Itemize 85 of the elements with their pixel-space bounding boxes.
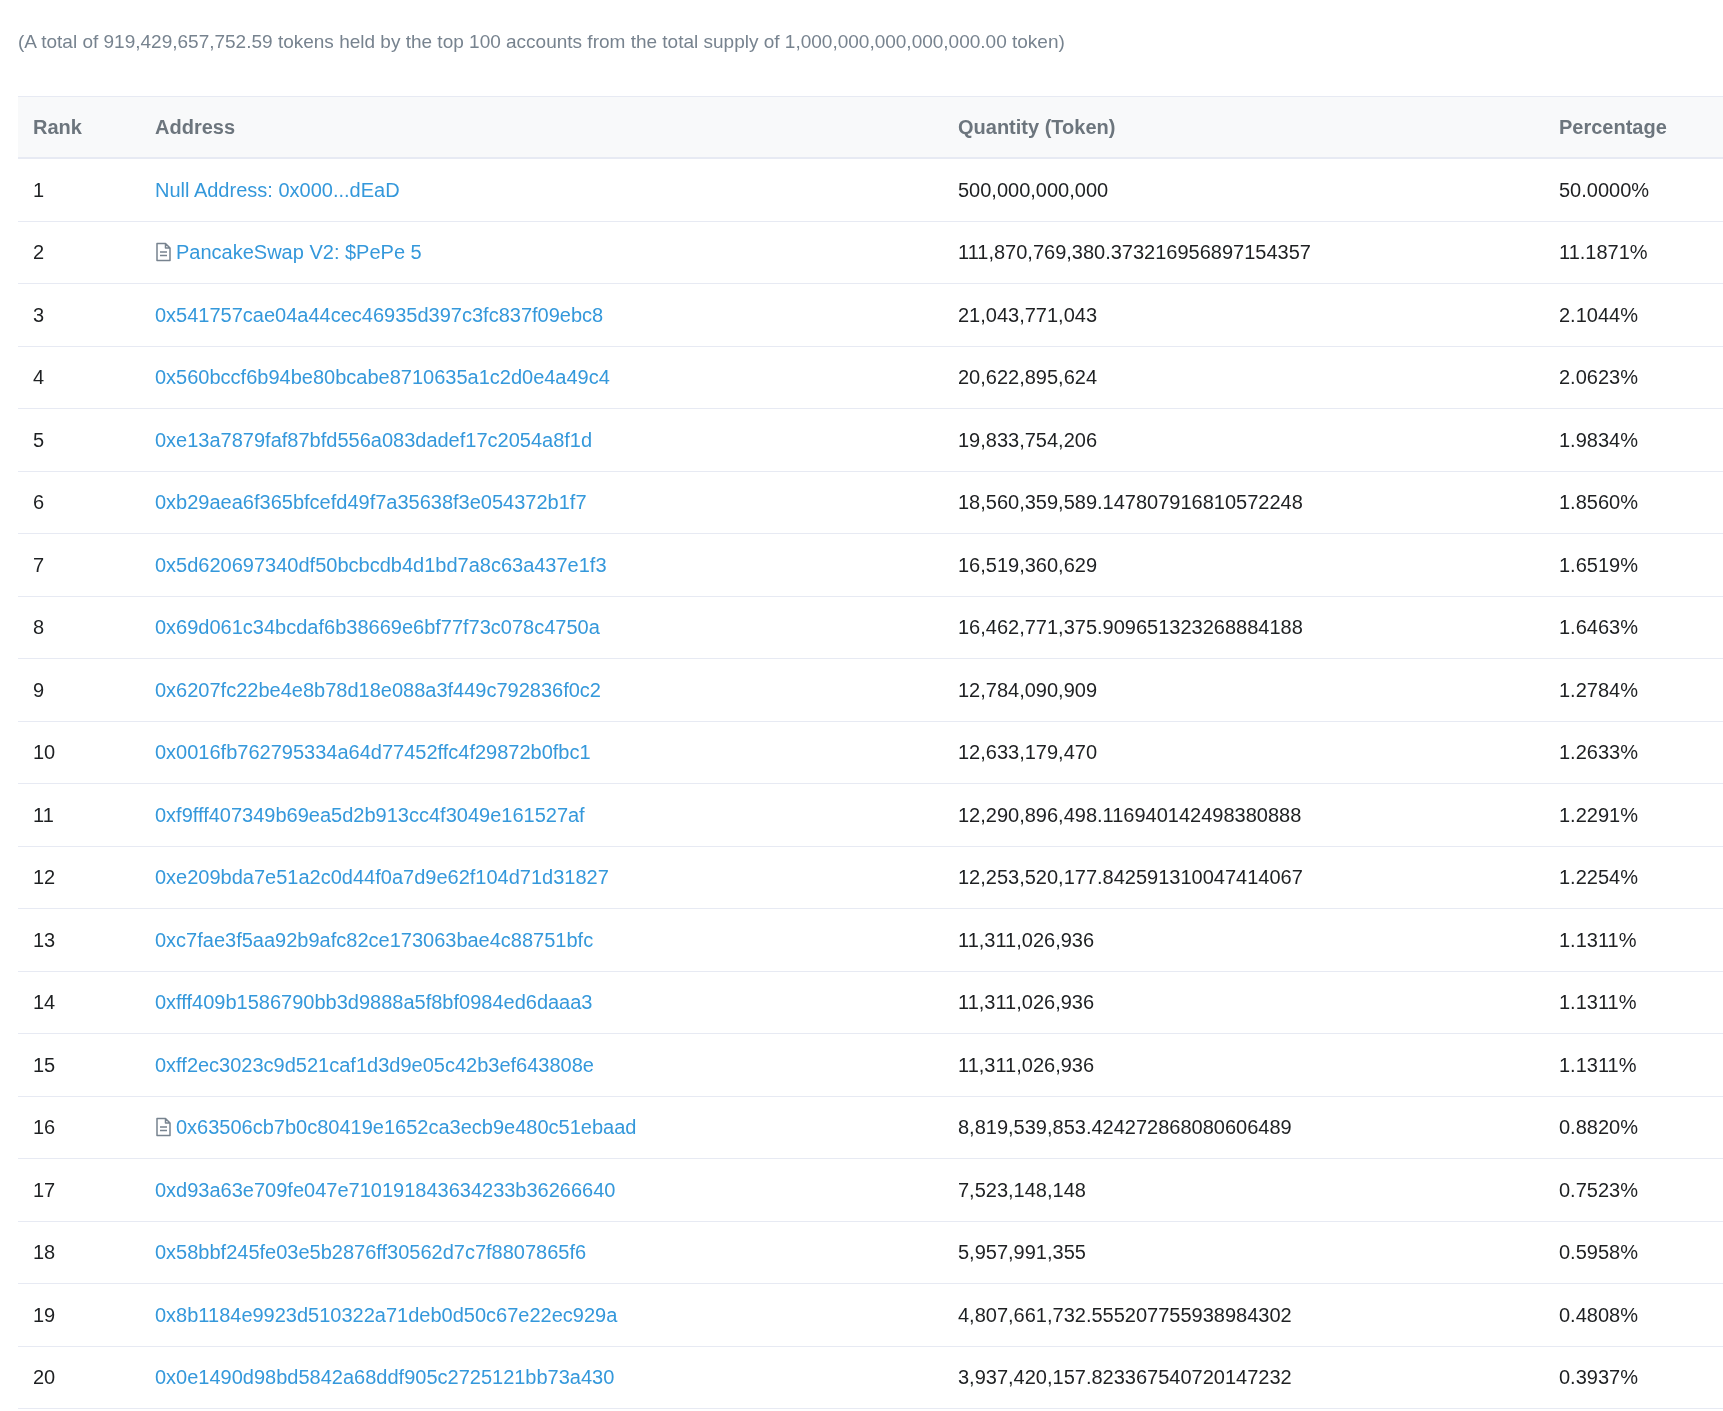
percentage-cell: 1.9834%	[1559, 428, 1638, 451]
rank-cell: 10	[33, 741, 56, 764]
address-link[interactable]: 0x8b1184e9923d510322a71deb0d50c67e22ec929a	[155, 1299, 618, 1330]
quantity-cell: 18,560,359,589.147807916810572248	[958, 491, 1303, 514]
address-link[interactable]: 0xe209bda7e51a2c0d44f0a7d9e62f104d71d31827	[155, 862, 609, 893]
address-link[interactable]: 0x5d620697340df50bcbcdb4d1bd7a8c63a437e1f3	[155, 549, 607, 580]
percentage-cell: 1.8560%	[1559, 491, 1638, 514]
address-link[interactable]: 0xe13a7879faf87bfd556a083dadef17c2054a8f1d	[155, 424, 593, 455]
rank-cell: 16	[33, 1116, 56, 1139]
address-link[interactable]: 0xf9fff407349b69ea5d2b913cc4f3049e161527af	[155, 799, 585, 830]
quantity-cell: 5,957,991,355	[958, 1241, 1086, 1264]
quantity-cell: 7,523,148,148	[958, 1178, 1086, 1201]
address-link[interactable]: 0x58bbf245fe03e5b2876ff30562d7c7f8807865f6	[155, 1237, 587, 1268]
holders-summary: (A total of 919,429,657,752.59 tokens held by the top 100 accounts from the total supply of 1,000,000,000,000,000.00 token)	[18, 30, 1066, 54]
percentage-cell: 1.1311%	[1559, 991, 1637, 1014]
address-link[interactable]: 0xb29aea6f365bfcefd49f7a35638f3e054372b1f7	[155, 487, 587, 518]
quantity-cell: 16,462,771,375.909651323268884188	[958, 616, 1303, 639]
rank-cell: 1	[33, 178, 45, 201]
quantity-cell: 21,043,771,043	[958, 303, 1098, 326]
rank-cell: 7	[33, 553, 45, 576]
quantity-cell: 111,870,769,380.373216956897154357	[958, 241, 1311, 264]
percentage-cell: 2.1044%	[1559, 303, 1638, 326]
percentage-cell: 0.4808%	[1559, 1303, 1638, 1326]
percentage-cell: 11.1871%	[1559, 241, 1648, 264]
quantity-cell: 12,633,179,470	[958, 741, 1098, 764]
rank-cell: 15	[33, 1053, 56, 1076]
quantity-cell: 12,784,090,909	[958, 678, 1098, 701]
percentage-cell: 1.1311%	[1559, 928, 1637, 951]
quantity-cell: 16,519,360,629	[958, 553, 1098, 576]
column-header: Quantity (Token)	[958, 116, 1116, 138]
percentage-cell: 1.2633%	[1559, 741, 1638, 764]
rank-cell: 5	[33, 428, 45, 451]
rank-cell: 12	[33, 866, 56, 889]
rank-cell: 14	[33, 991, 56, 1014]
quantity-cell: 4,807,661,732.555207755938984302	[958, 1303, 1292, 1326]
percentage-cell: 1.2291%	[1559, 803, 1638, 826]
quantity-cell: 3,937,420,157.823367540720147232	[958, 1366, 1292, 1389]
address-link[interactable]: 0x63506cb7b0c80419e1652ca3ecb9e480c51ebaad	[176, 1112, 637, 1143]
rank-cell: 19	[33, 1303, 56, 1326]
quantity-cell: 19,833,754,206	[958, 428, 1098, 451]
percentage-cell: 1.2784%	[1559, 678, 1638, 701]
rank-cell: 9	[33, 678, 45, 701]
rank-cell: 11	[33, 803, 54, 826]
column-header: Percentage	[1559, 116, 1667, 138]
column-header: Rank	[33, 116, 82, 138]
quantity-cell: 12,253,520,177.842591310047414067	[958, 866, 1303, 889]
quantity-cell: 20,622,895,624	[958, 366, 1098, 389]
rank-cell: 2	[33, 241, 45, 264]
address-link[interactable]: PancakeSwap V2: $PePe 5	[176, 237, 422, 268]
rank-cell: 18	[33, 1241, 56, 1264]
percentage-cell: 1.6463%	[1559, 616, 1638, 639]
address-link[interactable]: 0x560bccf6b94be80bcabe8710635a1c2d0e4a49c4	[155, 362, 610, 393]
percentage-cell: 0.3937%	[1559, 1366, 1638, 1389]
address-link[interactable]: 0xc7fae3f5aa92b9afc82ce173063bae4c88751bfc	[155, 924, 594, 955]
quantity-cell: 8,819,539,853.424272868080606489	[958, 1116, 1292, 1139]
address-link[interactable]: 0xfff409b1586790bb3d9888a5f8bf0984ed6daaa3	[155, 987, 593, 1018]
quantity-cell: 12,290,896,498.116940142498380888	[958, 803, 1302, 826]
quantity-cell: 500,000,000,000	[958, 178, 1109, 201]
rank-cell: 17	[33, 1178, 56, 1201]
percentage-cell: 0.5958%	[1559, 1241, 1638, 1264]
percentage-cell: 0.8820%	[1559, 1116, 1638, 1139]
percentage-cell: 50.0000%	[1559, 178, 1650, 201]
column-header: Address	[155, 116, 236, 138]
percentage-cell: 1.2254%	[1559, 866, 1638, 889]
percentage-cell: 1.1311%	[1559, 1053, 1637, 1076]
address-link[interactable]: 0x541757cae04a44cec46935d397c3fc837f09ebc8	[155, 299, 604, 330]
quantity-cell: 11,311,026,936	[958, 1053, 1095, 1076]
address-link[interactable]: 0x6207fc22be4e8b78d18e088a3f449c792836f0c2	[155, 674, 601, 705]
address-link[interactable]: 0xd93a63e709fe047e710191843634233b36266640	[155, 1174, 616, 1205]
address-link[interactable]: 0x0016fb762795334a64d77452ffc4f29872b0fbc1	[155, 737, 591, 768]
rank-cell: 8	[33, 616, 45, 639]
rank-cell: 13	[33, 928, 56, 951]
percentage-cell: 1.6519%	[1559, 553, 1638, 576]
rank-cell: 20	[33, 1366, 56, 1389]
rank-cell: 3	[33, 303, 45, 326]
quantity-cell: 11,311,026,936	[958, 991, 1095, 1014]
address-link[interactable]: Null Address: 0x000...dEaD	[155, 174, 400, 205]
rank-cell: 6	[33, 491, 45, 514]
address-link[interactable]: 0xff2ec3023c9d521caf1d3d9e05c42b3ef643808e	[155, 1049, 594, 1080]
percentage-cell: 2.0623%	[1559, 366, 1638, 389]
quantity-cell: 11,311,026,936	[958, 928, 1095, 951]
address-link[interactable]: 0x0e1490d98bd5842a68ddf905c2725121bb73a430	[155, 1362, 615, 1393]
address-link[interactable]: 0x69d061c34bcdaf6b38669e6bf77f73c078c4750a	[155, 612, 600, 643]
rank-cell: 4	[33, 366, 45, 389]
percentage-cell: 0.7523%	[1559, 1178, 1638, 1201]
